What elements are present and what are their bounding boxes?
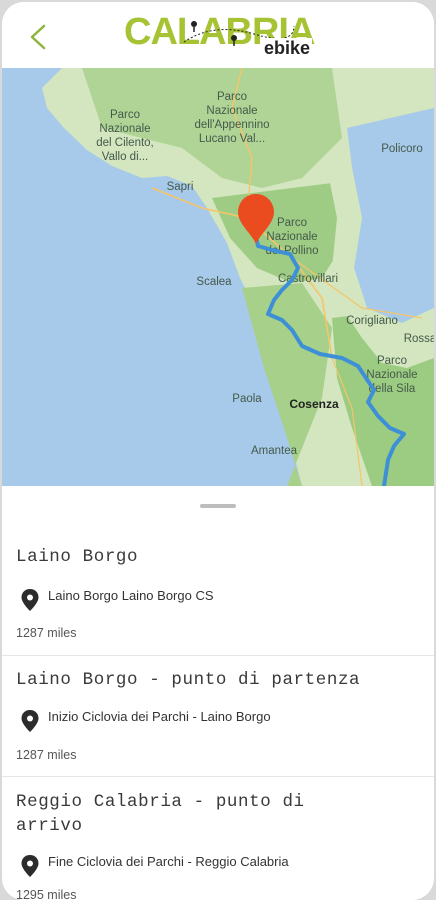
route-map[interactable]: Parco Nazionale del Cilento, Vallo di...… <box>2 68 434 486</box>
list-item[interactable]: Laino Borgo Laino Borgo Laino Borgo CS 1… <box>2 536 434 656</box>
list-item[interactable]: Reggio Calabria - punto di arrivo Fine C… <box>2 777 434 900</box>
map-label: Sapri <box>167 181 194 193</box>
item-address: Laino Borgo Laino Borgo CS <box>48 588 214 603</box>
item-title: Laino Borgo <box>16 547 139 567</box>
map-label: Corigliano <box>346 315 398 327</box>
places-sheet[interactable]: Laino Borgo Laino Borgo Laino Borgo CS 1… <box>2 486 434 900</box>
item-title-continued: arrivo <box>16 816 83 836</box>
list-item[interactable]: Laino Borgo - punto di partenza Inizio C… <box>2 656 434 777</box>
map-label: Parco <box>110 109 140 121</box>
map-label: Scalea <box>196 276 232 288</box>
sheet-drag-handle[interactable] <box>200 504 236 508</box>
location-pin-icon <box>21 710 39 732</box>
chevron-left-icon <box>30 24 46 50</box>
map-label: Rossa <box>404 333 434 345</box>
logo-sub-text: ebike <box>261 38 312 58</box>
calabria-ebike-logo: CALABRIA ebike <box>124 12 315 60</box>
item-title: Reggio Calabria - punto di <box>16 792 305 812</box>
item-distance: 1295 miles <box>16 888 77 900</box>
map-canvas[interactable]: Parco Nazionale del Cilento, Vallo di...… <box>2 68 434 486</box>
map-label: Lucano Val... <box>199 133 265 145</box>
map-label: della Sila <box>369 383 416 395</box>
item-distance: 1287 miles <box>16 748 77 762</box>
map-label: Parco <box>377 355 407 367</box>
map-label: Policoro <box>381 143 423 155</box>
map-label: Parco <box>277 217 307 229</box>
map-label: Nazionale <box>99 123 150 135</box>
map-label: del Cilento, <box>96 137 154 149</box>
map-label: Cosenza <box>289 397 339 411</box>
location-pin-icon <box>21 855 39 877</box>
item-address: Fine Ciclovia dei Parchi - Reggio Calabr… <box>48 854 289 869</box>
back-button[interactable] <box>24 20 54 54</box>
item-address: Inizio Ciclovia dei Parchi - Laino Borgo <box>48 709 271 724</box>
map-label: Paola <box>232 393 262 405</box>
map-label: Nazionale <box>366 369 417 381</box>
map-label: Vallo di... <box>102 151 148 163</box>
map-label: Parco <box>217 91 247 103</box>
app-header: CALABRIA ebike <box>2 2 434 68</box>
map-label: Amantea <box>251 445 298 457</box>
location-pin-icon <box>21 589 39 611</box>
map-label: dell'Appennino <box>194 119 269 131</box>
item-distance: 1287 miles <box>16 626 77 640</box>
app-screen: CALABRIA ebike Parco Nazionale del Cilen… <box>2 2 434 900</box>
map-label: Nazionale <box>206 105 257 117</box>
item-title: Laino Borgo - punto di partenza <box>16 670 361 690</box>
map-label: Nazionale <box>266 231 317 243</box>
